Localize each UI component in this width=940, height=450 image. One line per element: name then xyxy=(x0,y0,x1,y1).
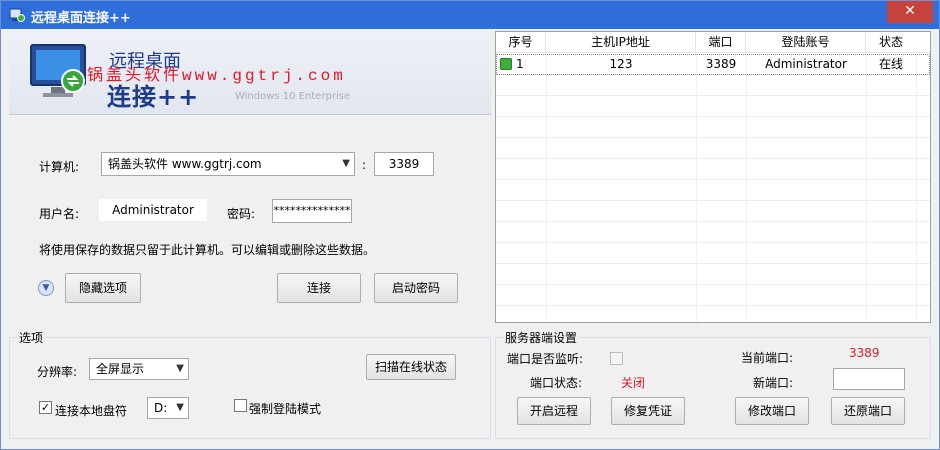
restore-port-label: 还原端口 xyxy=(843,404,892,418)
banner: 远程桌面 连接++ 锅盖头软件www.ggtrj.com Windows 10 … xyxy=(9,31,491,115)
chevron-down-icon: ▼ xyxy=(342,158,350,169)
row-index: 1 xyxy=(516,57,524,71)
password-value: ************** xyxy=(273,204,351,217)
banner-watermark: 锅盖头软件www.ggtrj.com xyxy=(87,67,346,85)
modify-port-label: 修改端口 xyxy=(747,404,796,418)
listen-label: 端口是否监听: xyxy=(507,352,584,366)
table-row-empty xyxy=(496,75,930,96)
computer-select-value: 锅盖头软件 www.ggtrj.com xyxy=(108,157,262,171)
row-status: 在线 xyxy=(878,57,903,71)
main-window: 远程桌面连接++ ✕ 远程桌面 连接++ 锅盖头软件www.ggtrj.com … xyxy=(0,0,940,450)
repair-credential-label: 修复凭证 xyxy=(623,404,672,418)
table-row-empty xyxy=(496,117,930,138)
port-separator: : xyxy=(362,158,367,172)
table-row-empty xyxy=(496,243,930,264)
scan-online-label: 扫描在线状态 xyxy=(374,360,447,374)
column-header-status[interactable]: 状态 xyxy=(866,32,916,53)
table-row-empty xyxy=(496,96,930,117)
table-row-empty xyxy=(496,180,930,201)
column-header-ip[interactable]: 主机IP地址 xyxy=(546,32,696,53)
table-row-empty xyxy=(496,285,930,306)
connection-panel: 计算机: 锅盖头软件 www.ggtrj.com ▼ : 3389 用户名: A… xyxy=(9,115,491,323)
port-status-label: 端口状态: xyxy=(530,376,583,390)
column-header-port[interactable]: 端口 xyxy=(696,32,746,53)
table-row[interactable]: 1 123 3389 Administrator 在线 xyxy=(496,54,930,75)
new-port-label: 新端口: xyxy=(753,376,794,390)
drive-value: D: xyxy=(154,401,168,415)
restore-port-button[interactable]: 还原端口 xyxy=(831,397,905,425)
saved-data-notice: 将使用保存的数据只留于此计算机。可以编辑或删除这些数据。 xyxy=(39,243,376,257)
collapse-options-icon[interactable]: ▼ xyxy=(38,280,54,296)
row-port: 3389 xyxy=(705,57,737,71)
username-value: Administrator xyxy=(112,203,194,217)
hide-options-button[interactable]: 隐藏选项 xyxy=(65,273,141,303)
username-label: 用户名: xyxy=(39,207,80,221)
open-remote-button[interactable]: 开启远程 xyxy=(517,397,591,425)
host-table[interactable]: 序号 主机IP地址 端口 登陆账号 状态 1 123 3389 Administ… xyxy=(495,31,931,323)
local-disk-label: 连接本地盘符 xyxy=(55,404,128,418)
port-input[interactable]: 3389 xyxy=(374,152,434,176)
table-row-empty xyxy=(496,222,930,243)
resolution-select[interactable]: 全屏显示 ▼ xyxy=(89,358,189,380)
title-bar[interactable]: 远程桌面连接++ ✕ xyxy=(1,1,939,29)
table-row-empty xyxy=(496,264,930,285)
window-title: 远程桌面连接++ xyxy=(31,11,131,26)
resolution-value: 全屏显示 xyxy=(96,362,145,376)
online-status-icon xyxy=(500,58,512,70)
force-login-label: 强制登陆模式 xyxy=(249,402,322,416)
current-port-value: 3389 xyxy=(849,346,880,360)
chevron-down-icon: ▼ xyxy=(176,402,184,413)
options-group-title: 选项 xyxy=(17,329,46,346)
close-button[interactable]: ✕ xyxy=(887,1,933,23)
current-port-label: 当前端口: xyxy=(741,351,794,365)
open-remote-label: 开启远程 xyxy=(529,404,578,418)
table-row-empty xyxy=(496,159,930,180)
modify-port-button[interactable]: 修改端口 xyxy=(735,397,809,425)
local-disk-checkbox[interactable]: ✓ xyxy=(39,401,52,414)
force-login-checkbox[interactable] xyxy=(234,399,247,412)
port-status-value: 关闭 xyxy=(621,376,646,390)
app-icon xyxy=(9,8,25,22)
chevron-down-icon: ▼ xyxy=(176,363,184,374)
table-row-empty xyxy=(496,201,930,222)
computer-select[interactable]: 锅盖头软件 www.ggtrj.com ▼ xyxy=(101,152,355,176)
username-field[interactable]: Administrator xyxy=(99,199,207,221)
repair-credential-button[interactable]: 修复凭证 xyxy=(611,397,685,425)
listen-checkbox[interactable] xyxy=(610,352,623,365)
resolution-label: 分辨率: xyxy=(37,365,78,379)
checkmark-icon: ✓ xyxy=(40,401,51,414)
row-account: Administrator xyxy=(765,57,847,71)
banner-os-label: Windows 10 Enterprise xyxy=(235,91,351,102)
start-password-label: 启动密码 xyxy=(391,281,440,295)
password-label: 密码: xyxy=(227,207,256,221)
row-ip: 123 xyxy=(609,57,633,71)
table-header: 序号 主机IP地址 端口 登陆账号 状态 xyxy=(496,32,930,53)
scan-online-button[interactable]: 扫描在线状态 xyxy=(366,354,456,380)
password-field[interactable]: ************** xyxy=(272,199,352,223)
start-password-button[interactable]: 启动密码 xyxy=(374,273,458,303)
server-group-title: 服务器端设置 xyxy=(503,329,580,346)
port-input-value: 3389 xyxy=(388,157,420,171)
column-header-index[interactable]: 序号 xyxy=(496,32,546,53)
options-group xyxy=(9,337,491,439)
drive-select[interactable]: D: ▼ xyxy=(147,397,189,419)
table-row-empty xyxy=(496,138,930,159)
connect-label: 连接 xyxy=(306,281,331,295)
close-icon: ✕ xyxy=(904,3,916,19)
connect-button[interactable]: 连接 xyxy=(277,273,361,303)
column-header-account[interactable]: 登陆账号 xyxy=(746,32,866,53)
computer-label: 计算机: xyxy=(39,160,80,174)
hide-options-label: 隐藏选项 xyxy=(78,281,127,295)
new-port-input[interactable] xyxy=(833,368,905,390)
